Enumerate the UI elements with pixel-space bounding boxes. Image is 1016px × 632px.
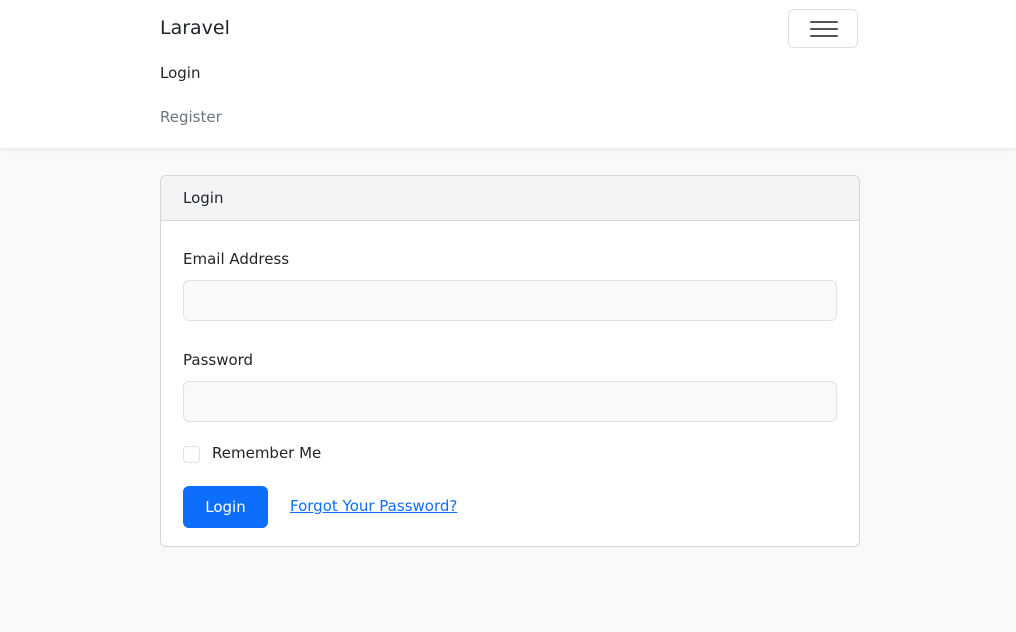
email-label: Email Address xyxy=(183,250,290,268)
remember-me-checkbox[interactable] xyxy=(183,446,200,463)
nav-link-register[interactable]: Register xyxy=(160,108,222,126)
brand-link[interactable]: Laravel xyxy=(160,17,230,39)
login-button[interactable]: Login xyxy=(183,486,268,528)
forgot-password-link[interactable]: Forgot Your Password? xyxy=(290,497,457,515)
password-input[interactable] xyxy=(183,381,837,422)
navbar-toggler-button[interactable] xyxy=(788,9,858,48)
password-label: Password xyxy=(183,351,254,369)
email-input[interactable] xyxy=(183,280,837,321)
login-card: Login Email Address Password Remember Me… xyxy=(160,175,860,547)
nav-link-login[interactable]: Login xyxy=(160,64,200,82)
navbar: Laravel Login Register xyxy=(0,0,1016,148)
card-header: Login xyxy=(161,176,859,221)
remember-me-label[interactable]: Remember Me xyxy=(212,444,321,462)
card-header-title: Login xyxy=(183,189,224,207)
